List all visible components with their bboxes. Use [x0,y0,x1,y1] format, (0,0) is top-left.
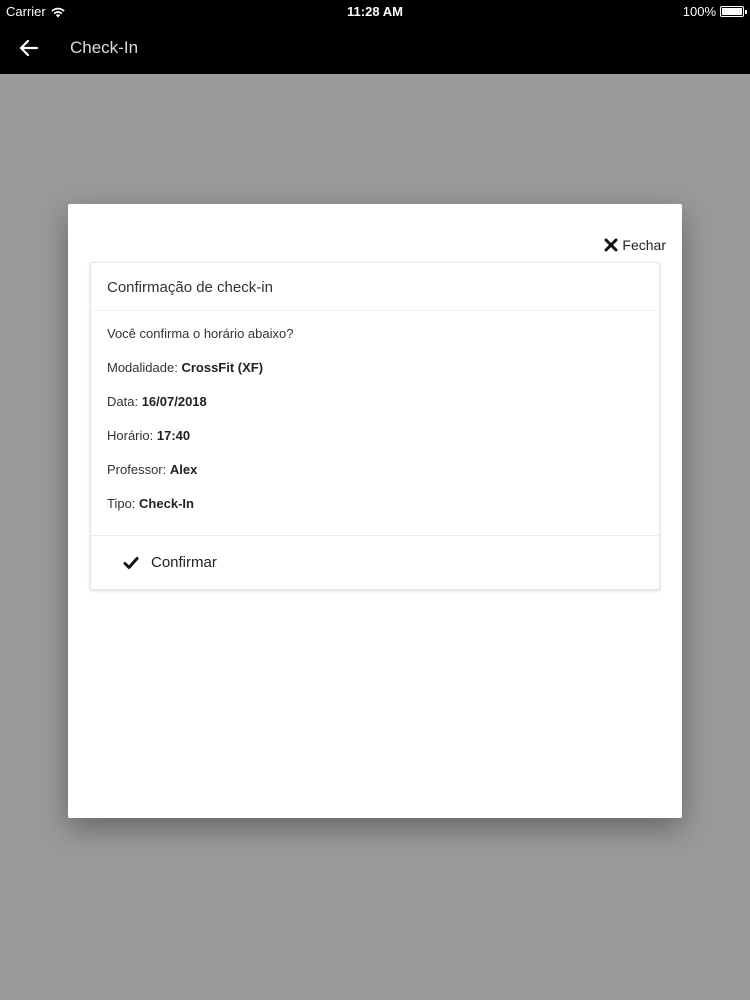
close-button[interactable]: Fechar [604,237,666,253]
battery-percent: 100% [682,4,716,19]
field-label: Professor: [107,462,167,477]
close-icon [604,238,618,252]
confirm-button[interactable]: Confirmar [91,535,659,589]
field-label: Modalidade: [107,360,178,375]
field-label: Horário: [107,428,154,443]
field-modalidade: Modalidade: CrossFit (XF) [107,359,643,393]
confirmation-card: Confirmação de check-in Você confirma o … [90,262,660,590]
check-icon [123,556,139,569]
battery-indicator: 100% [682,4,747,19]
confirmation-question: Você confirma o horário abaixo? [107,326,294,341]
field-tipo: Tipo: Check-In [107,495,643,529]
field-value: CrossFit (XF) [181,360,264,375]
confirm-label: Confirmar [151,554,217,571]
page-title: Check-In [70,38,139,57]
field-value: Check-In [139,496,194,511]
nav-bar: Check-In [0,22,750,74]
field-label: Tipo: [107,496,136,511]
card-title: Confirmação de check-in [91,263,659,311]
field-value: 16/07/2018 [141,394,207,409]
battery-icon [720,6,747,17]
field-label: Data: [107,394,139,409]
close-label: Fechar [622,237,666,253]
arrow-left-icon[interactable] [16,35,42,61]
field-data: Data: 16/07/2018 [107,393,643,427]
checkin-modal: Fechar Confirmação de check-in Você conf… [68,204,682,818]
status-bar: Carrier 11:28 AM 100% [0,0,750,22]
field-value: 17:40 [156,428,191,443]
clock: 11:28 AM [347,4,403,19]
card-body: Você confirma o horário abaixo? Modalida… [91,311,659,535]
field-professor: Professor: Alex [107,461,643,495]
field-horario: Horário: 17:40 [107,427,643,461]
field-value: Alex [169,462,198,477]
